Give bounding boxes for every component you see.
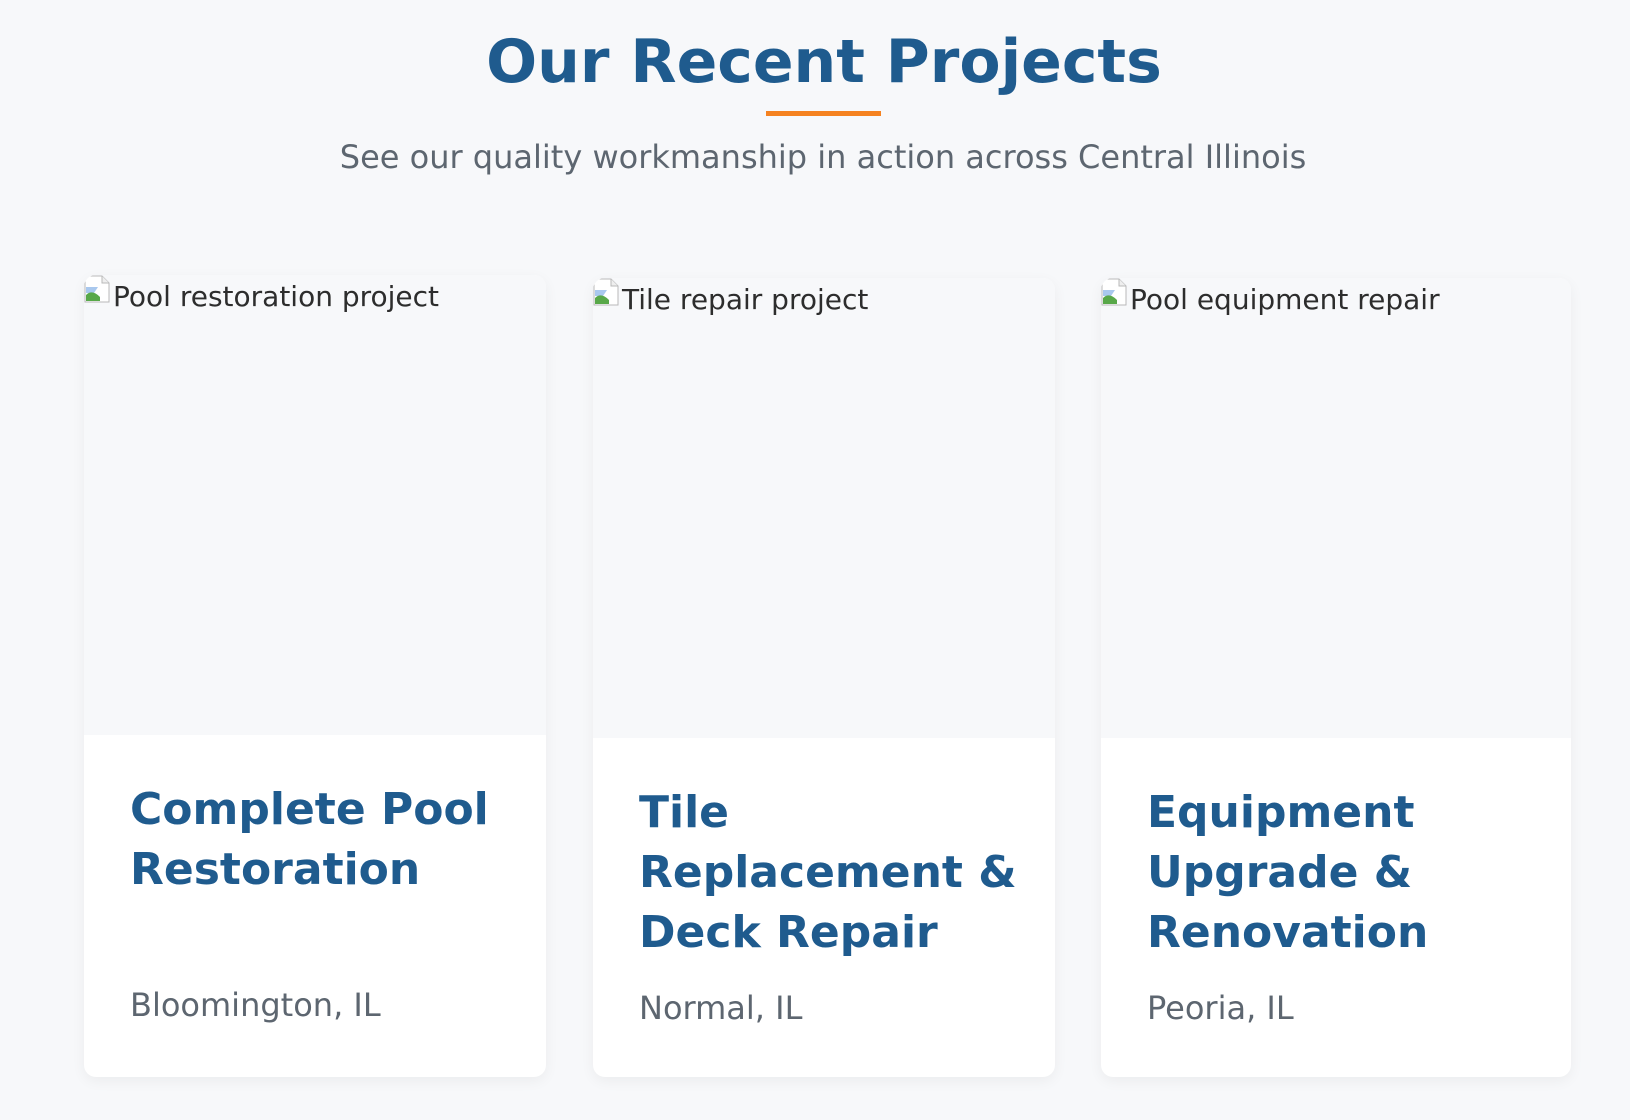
project-card[interactable]: Pool equipment repair Equipment Upgrade … bbox=[1101, 278, 1571, 1077]
project-image: Pool restoration project bbox=[84, 275, 546, 735]
section-subtitle: See our quality workmanship in action ac… bbox=[339, 138, 1307, 176]
project-location: Bloomington, IL bbox=[130, 986, 381, 1024]
image-alt-text: Pool restoration project bbox=[113, 280, 440, 313]
section-title: Our Recent Projects bbox=[486, 27, 1162, 97]
image-alt-text: Pool equipment repair bbox=[1130, 283, 1440, 316]
project-title[interactable]: Tile Replacement & Deck Repair bbox=[639, 783, 1029, 963]
broken-image-icon bbox=[84, 275, 110, 303]
project-location: Peoria, IL bbox=[1147, 989, 1294, 1027]
project-card[interactable]: Pool restoration project Complete Pool R… bbox=[84, 275, 546, 1077]
broken-image-icon bbox=[1101, 278, 1127, 306]
project-title[interactable]: Complete Pool Restoration bbox=[130, 780, 520, 900]
project-location: Normal, IL bbox=[639, 989, 803, 1027]
project-image: Pool equipment repair bbox=[1101, 278, 1571, 738]
project-title[interactable]: Equipment Upgrade & Renovation bbox=[1147, 783, 1537, 963]
broken-image-icon bbox=[593, 278, 619, 306]
project-card[interactable]: Tile repair project Tile Replacement & D… bbox=[593, 278, 1055, 1077]
title-underline bbox=[766, 111, 881, 116]
project-image: Tile repair project bbox=[593, 278, 1055, 738]
image-alt-text: Tile repair project bbox=[622, 283, 869, 316]
